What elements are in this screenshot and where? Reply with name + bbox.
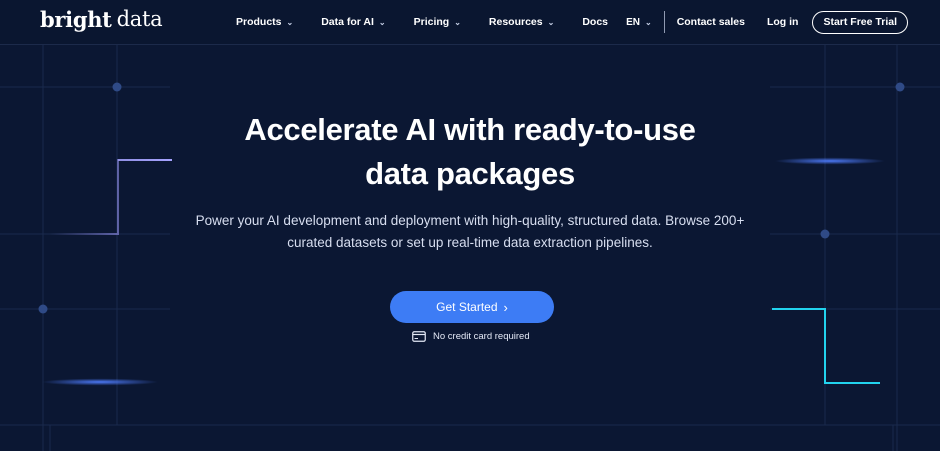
language-label: EN: [626, 16, 640, 28]
nav-item-label: Docs: [582, 16, 609, 28]
chevron-right-icon: ›: [503, 299, 508, 315]
logo-text-data: data: [116, 7, 163, 31]
nav-actions: EN ⌄ Contact sales Log in Start Free Tri…: [626, 0, 908, 44]
credit-card-icon: [412, 331, 426, 342]
nav-item-label: Resources: [488, 16, 543, 28]
chevron-down-icon: ⌄: [378, 17, 386, 27]
start-free-trial-button[interactable]: Start Free Trial: [812, 10, 908, 34]
top-navigation: bright data Products ⌄ Data for AI ⌄ Pri…: [0, 0, 940, 45]
nav-item-products[interactable]: Products ⌄: [236, 16, 293, 28]
nav-item-resources[interactable]: Resources ⌄: [489, 16, 554, 28]
nav-item-pricing[interactable]: Pricing ⌄: [414, 16, 461, 28]
chevron-down-icon: ⌄: [286, 17, 294, 27]
get-started-button[interactable]: Get Started ›: [390, 291, 554, 323]
get-started-label: Get Started: [436, 300, 498, 314]
chevron-down-icon: ⌄: [454, 17, 461, 27]
logo-text-bright: bright: [40, 7, 112, 32]
chevron-down-icon: ⌄: [644, 17, 652, 27]
headline-line-1: Accelerate AI with ready-to-use: [244, 112, 696, 147]
language-selector[interactable]: EN ⌄: [626, 17, 652, 28]
hero-subtitle: Power your AI development and deployment…: [0, 210, 940, 254]
nav-item-data-for-ai[interactable]: Data for AI ⌄: [321, 16, 385, 28]
subtitle-line-1: Power your AI development and deployment…: [195, 213, 745, 228]
main-menu: Products ⌄ Data for AI ⌄ Pricing ⌄ Resou…: [236, 0, 636, 44]
nav-item-label: Pricing: [413, 16, 450, 28]
brand-logo[interactable]: bright data: [40, 7, 163, 32]
no-credit-card-note: No credit card required: [412, 331, 530, 342]
nav-item-docs[interactable]: Docs: [582, 16, 608, 28]
hero-headline: Accelerate AI with ready-to-use data pac…: [0, 108, 940, 196]
hero-section: Accelerate AI with ready-to-use data pac…: [0, 108, 940, 254]
contact-sales-link[interactable]: Contact sales: [677, 16, 745, 28]
no-credit-card-text: No credit card required: [433, 331, 530, 342]
subtitle-line-2: curated datasets or set up real-time dat…: [287, 235, 653, 250]
headline-line-2: data packages: [365, 156, 575, 191]
nav-item-label: Data for AI: [321, 16, 374, 28]
chevron-down-icon: ⌄: [547, 17, 555, 27]
login-link[interactable]: Log in: [767, 16, 799, 28]
nav-item-label: Products: [236, 16, 282, 28]
nav-divider: [663, 11, 665, 33]
